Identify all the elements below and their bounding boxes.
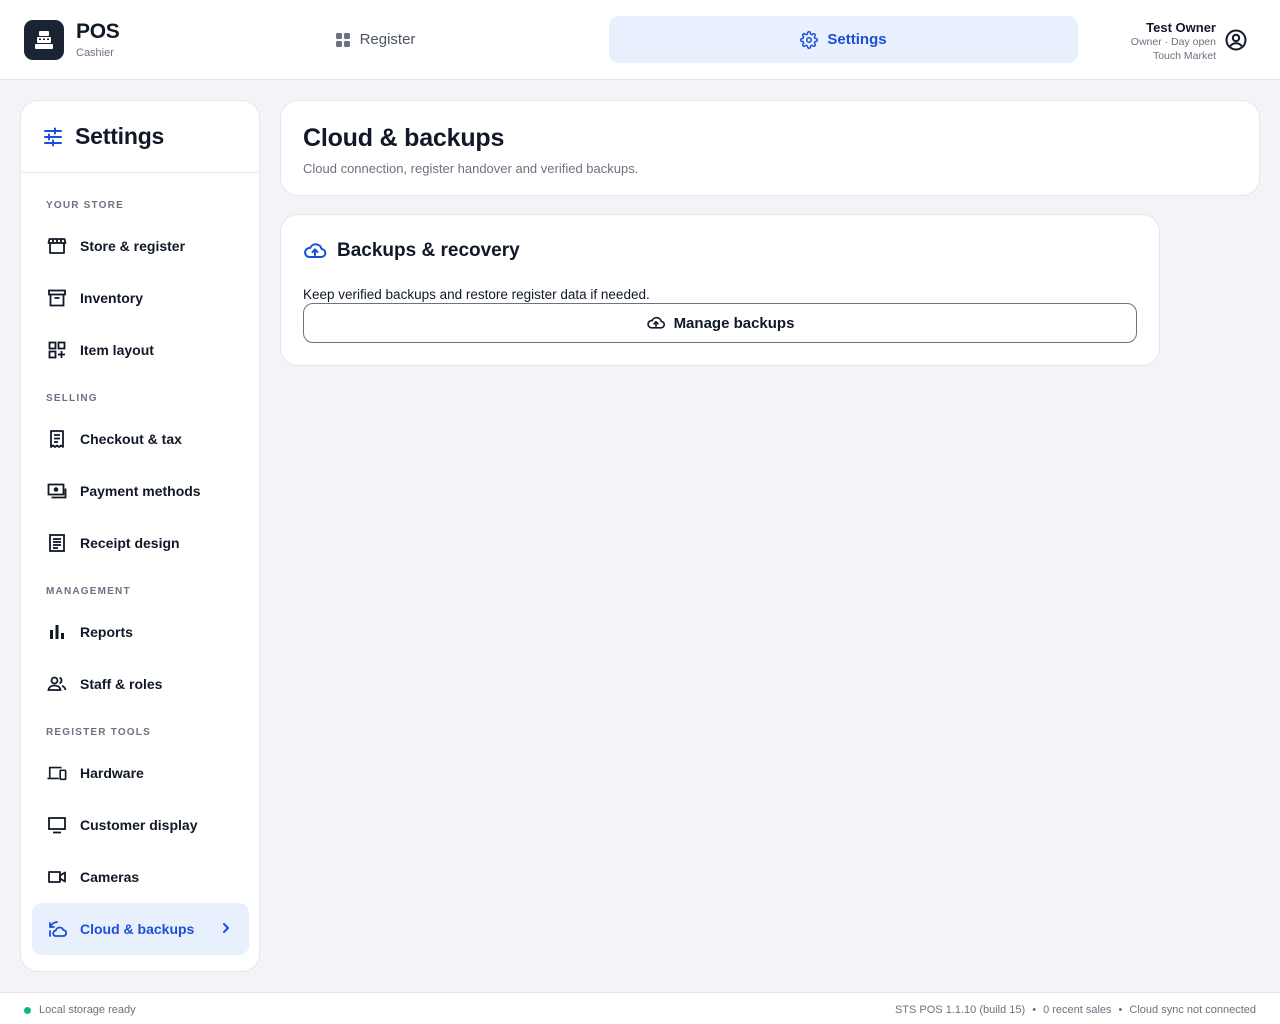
sidebar-item-receipt-design[interactable]: Receipt design: [32, 517, 249, 569]
cloud-upload-icon: [646, 316, 665, 329]
cloud-sync-text: Cloud sync not connected: [1129, 1004, 1256, 1016]
sidebar-item-customer-display[interactable]: Customer display: [32, 799, 249, 851]
card-description: Keep verified backups and restore regist…: [303, 287, 650, 302]
sidebar-title: Settings: [75, 123, 165, 149]
sidebar-item-label: Item layout: [80, 342, 154, 358]
status-dot-icon: [24, 1006, 31, 1014]
section-label-management: MANAGEMENT: [46, 586, 131, 597]
sidebar-header: Settings: [21, 101, 259, 173]
sidebar-item-label: Store & register: [80, 238, 186, 254]
separator: •: [1118, 1004, 1123, 1016]
tab-register[interactable]: Register: [141, 16, 609, 63]
backups-recovery-card: Backups & recovery Keep verified backups…: [280, 214, 1160, 366]
receipt-tax-icon: [47, 429, 67, 449]
user-name: Test Owner: [1146, 20, 1216, 35]
page-title: Cloud & backups: [303, 124, 505, 152]
sidebar-item-label: Customer display: [80, 817, 198, 833]
app-status: STS POS 1.1.10 (build 15) • 0 recent sal…: [895, 1004, 1256, 1016]
separator: •: [1032, 1004, 1037, 1016]
brand: POS Cashier: [24, 20, 120, 60]
sidebar-item-label: Checkout & tax: [80, 431, 182, 447]
top-bar: POS Cashier Register Settings Test Owner…: [0, 0, 1280, 80]
sidebar-item-label: Payment methods: [80, 483, 201, 499]
sidebar-item-label: Cloud & backups: [80, 921, 195, 937]
sidebar-item-label: Hardware: [80, 765, 144, 781]
storage-status-text: Local storage ready: [39, 1004, 136, 1016]
section-label-register-tools: REGISTER TOOLS: [46, 727, 151, 738]
sidebar-item-hardware[interactable]: Hardware: [32, 747, 249, 799]
version-text: STS POS 1.1.10 (build 15): [894, 1004, 1026, 1016]
sidebar-item-label: Staff & roles: [80, 676, 163, 692]
user-store: Touch Market: [1152, 50, 1216, 62]
sidebar-item-reports[interactable]: Reports: [32, 606, 249, 658]
sidebar-item-cameras[interactable]: Cameras: [32, 851, 249, 903]
bar-chart-icon: [47, 622, 67, 642]
manage-backups-button[interactable]: Manage backups: [303, 303, 1137, 343]
sidebar-item-inventory[interactable]: Inventory: [32, 272, 249, 324]
sidebar-item-label: Cameras: [80, 869, 140, 885]
grid-icon: [335, 32, 350, 47]
tab-register-label: Register: [359, 31, 416, 48]
chevron-right-icon: [223, 923, 229, 933]
storage-status: Local storage ready: [24, 1004, 136, 1016]
gear-icon: [800, 30, 819, 49]
user-role-status: Owner · Day open: [1130, 36, 1216, 48]
cloud-sync-icon: [47, 919, 67, 939]
monitor-icon: [47, 815, 67, 835]
page-subtitle: Cloud connection, register handover and …: [303, 161, 639, 176]
inventory-box-icon: [47, 288, 67, 308]
cloud-upload-icon: [304, 243, 327, 258]
section-label-your-store: YOUR STORE: [46, 200, 124, 211]
receipt-long-icon: [47, 533, 67, 553]
sidebar-item-staff-roles[interactable]: Staff & roles: [32, 658, 249, 710]
app-subtitle: Cashier: [76, 47, 114, 59]
sidebar-item-payment-methods[interactable]: Payment methods: [32, 465, 249, 517]
sidebar-item-store-register[interactable]: Store & register: [32, 220, 249, 272]
card-title: Backups & recovery: [337, 240, 520, 261]
sidebar-item-item-layout[interactable]: Item layout: [32, 324, 249, 376]
sidebar-item-label: Inventory: [80, 290, 144, 306]
storefront-icon: [47, 236, 67, 256]
payments-icon: [47, 481, 67, 501]
people-icon: [47, 674, 67, 694]
settings-sidebar: Settings YOUR STORE Store & register Inv…: [20, 100, 260, 972]
sidebar-item-label: Receipt design: [80, 535, 180, 551]
card-header: Backups & recovery: [303, 240, 520, 262]
sidebar-item-checkout-tax[interactable]: Checkout & tax: [32, 413, 249, 465]
user-info: Test Owner Owner · Day open Touch Market: [1131, 20, 1216, 63]
tune-icon: [44, 127, 62, 146]
videocam-icon: [47, 867, 67, 887]
sidebar-item-label: Reports: [80, 624, 133, 640]
account-circle-icon[interactable]: [1224, 28, 1248, 57]
tab-settings-label: Settings: [827, 31, 887, 48]
cash-register-icon: [24, 20, 64, 60]
sidebar-item-cloud-backups[interactable]: Cloud & backups: [32, 903, 249, 955]
manage-backups-label: Manage backups: [673, 314, 795, 332]
section-label-selling: SELLING: [46, 393, 98, 404]
page-header: Cloud & backups Cloud connection, regist…: [280, 100, 1260, 196]
app-title: POS: [76, 20, 120, 43]
grid-add-icon: [47, 340, 67, 360]
tab-settings[interactable]: Settings: [609, 16, 1078, 63]
recent-sales-text: 0 recent sales: [1043, 1004, 1112, 1016]
devices-icon: [47, 763, 67, 783]
status-bar: Local storage ready STS POS 1.1.10 (buil…: [0, 992, 1280, 1024]
